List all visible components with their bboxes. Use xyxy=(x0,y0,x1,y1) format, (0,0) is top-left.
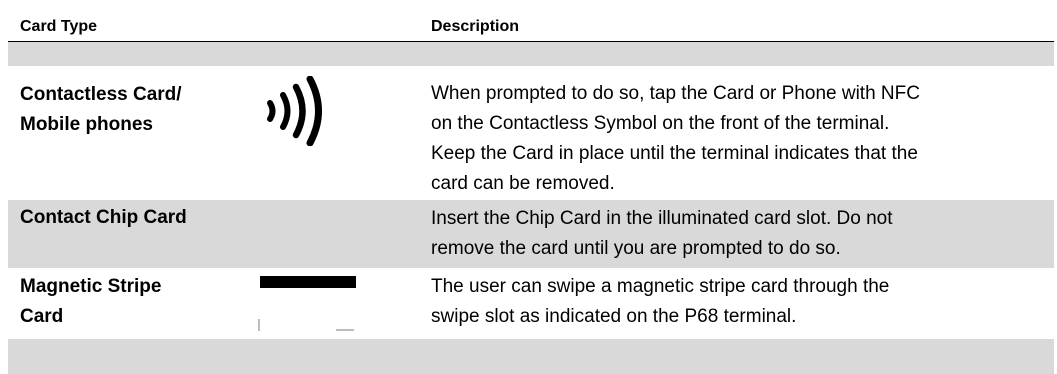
description-line: remove the card until you are prompted t… xyxy=(431,238,841,259)
table-row-magnetic-stripe: Magnetic Stripe Card The user can swipe … xyxy=(8,272,1054,336)
table-row-contactless: Contactless Card/ Mobile phones When pro… xyxy=(8,72,1054,200)
card-type-line: Contactless Card/ xyxy=(20,84,182,105)
card-type-cell: Magnetic Stripe Card xyxy=(20,272,161,332)
magnetic-stripe xyxy=(260,276,356,288)
description-cell: Insert the Chip Card in the illuminated … xyxy=(431,204,1051,264)
card-type-line: Contact Chip Card xyxy=(20,207,187,228)
contactless-wave xyxy=(267,100,276,122)
description-line: Keep the Card in place until the termina… xyxy=(431,143,918,164)
table-header-row: Card Type Description xyxy=(0,0,1057,42)
description-line: card can be removed. xyxy=(431,173,615,194)
card-types-table: Card Type Description Contactless Card/ … xyxy=(0,0,1057,374)
table-row-contact-chip: Contact Chip Card Insert the Chip Card i… xyxy=(8,200,1054,268)
description-line: Insert the Chip Card in the illuminated … xyxy=(431,208,893,229)
description-line: on the Contactless Symbol on the front o… xyxy=(431,113,890,134)
magnetic-stripe-card-icon xyxy=(258,275,356,333)
card-type-line: Card xyxy=(20,306,64,327)
contactless-wave xyxy=(292,83,306,139)
description-line: swipe slot as indicated on the P68 termi… xyxy=(431,306,797,327)
card-type-line: Mobile phones xyxy=(20,114,153,135)
description-cell: When prompted to do so, tap the Card or … xyxy=(431,79,1051,199)
card-type-cell: Contact Chip Card xyxy=(20,203,187,233)
contactless-wave xyxy=(280,92,291,130)
contactless-wave xyxy=(306,76,322,146)
card-type-cell: Contactless Card/ Mobile phones xyxy=(20,80,182,140)
contactless-icon xyxy=(267,76,322,146)
description-cell: The user can swipe a magnetic stripe car… xyxy=(431,272,1051,332)
header-card-type: Card Type xyxy=(20,18,98,35)
card-edge-mark xyxy=(336,329,354,331)
card-type-line: Magnetic Stripe xyxy=(20,276,162,297)
blank-shaded-row xyxy=(8,339,1054,374)
description-line: When prompted to do so, tap the Card or … xyxy=(431,83,920,104)
card-edge-mark xyxy=(258,319,260,331)
header-description: Description xyxy=(431,18,520,35)
blank-shaded-row xyxy=(8,42,1054,66)
description-line: The user can swipe a magnetic stripe car… xyxy=(431,276,890,297)
